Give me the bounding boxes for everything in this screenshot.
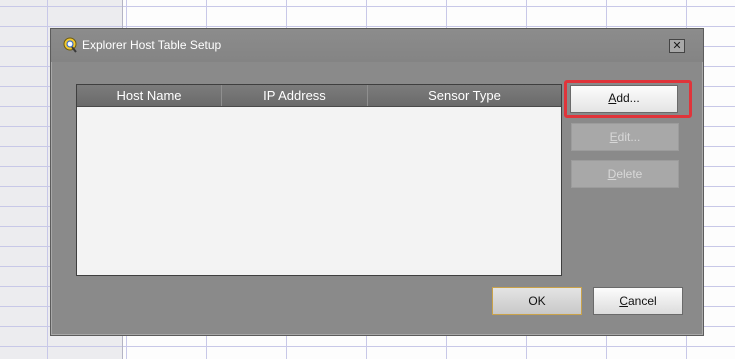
column-host-name[interactable]: Host Name <box>77 85 222 106</box>
host-table-list[interactable]: Host Name IP Address Sensor Type <box>76 84 562 276</box>
list-header: Host Name IP Address Sensor Type <box>77 85 561 107</box>
cancel-button[interactable]: Cancel <box>593 287 683 315</box>
dialog-title: Explorer Host Table Setup <box>82 38 222 52</box>
column-ip-address[interactable]: IP Address <box>222 85 368 106</box>
add-label-rest: dd... <box>616 91 640 105</box>
cancel-accelerator: C <box>619 294 628 308</box>
add-button[interactable]: Add... <box>570 85 678 113</box>
ok-button[interactable]: OK <box>492 287 582 315</box>
column-sensor-type[interactable]: Sensor Type <box>368 85 561 106</box>
delete-button[interactable]: Delete <box>571 160 679 188</box>
background-grid-line <box>47 0 48 359</box>
dialog-titlebar[interactable]: Explorer Host Table Setup ✕ <box>51 29 703 62</box>
host-table-setup-dialog: Explorer Host Table Setup ✕ Host Name IP… <box>50 28 704 336</box>
delete-accelerator: D <box>607 167 617 181</box>
edit-accelerator: E <box>609 130 618 144</box>
cancel-label-rest: ancel <box>627 294 657 308</box>
edit-button[interactable]: Edit... <box>571 123 679 151</box>
edit-label-rest: dit... <box>617 130 641 144</box>
delete-label-rest: elete <box>616 167 643 181</box>
close-icon[interactable]: ✕ <box>669 39 685 53</box>
magnifier-host-icon <box>62 37 78 53</box>
